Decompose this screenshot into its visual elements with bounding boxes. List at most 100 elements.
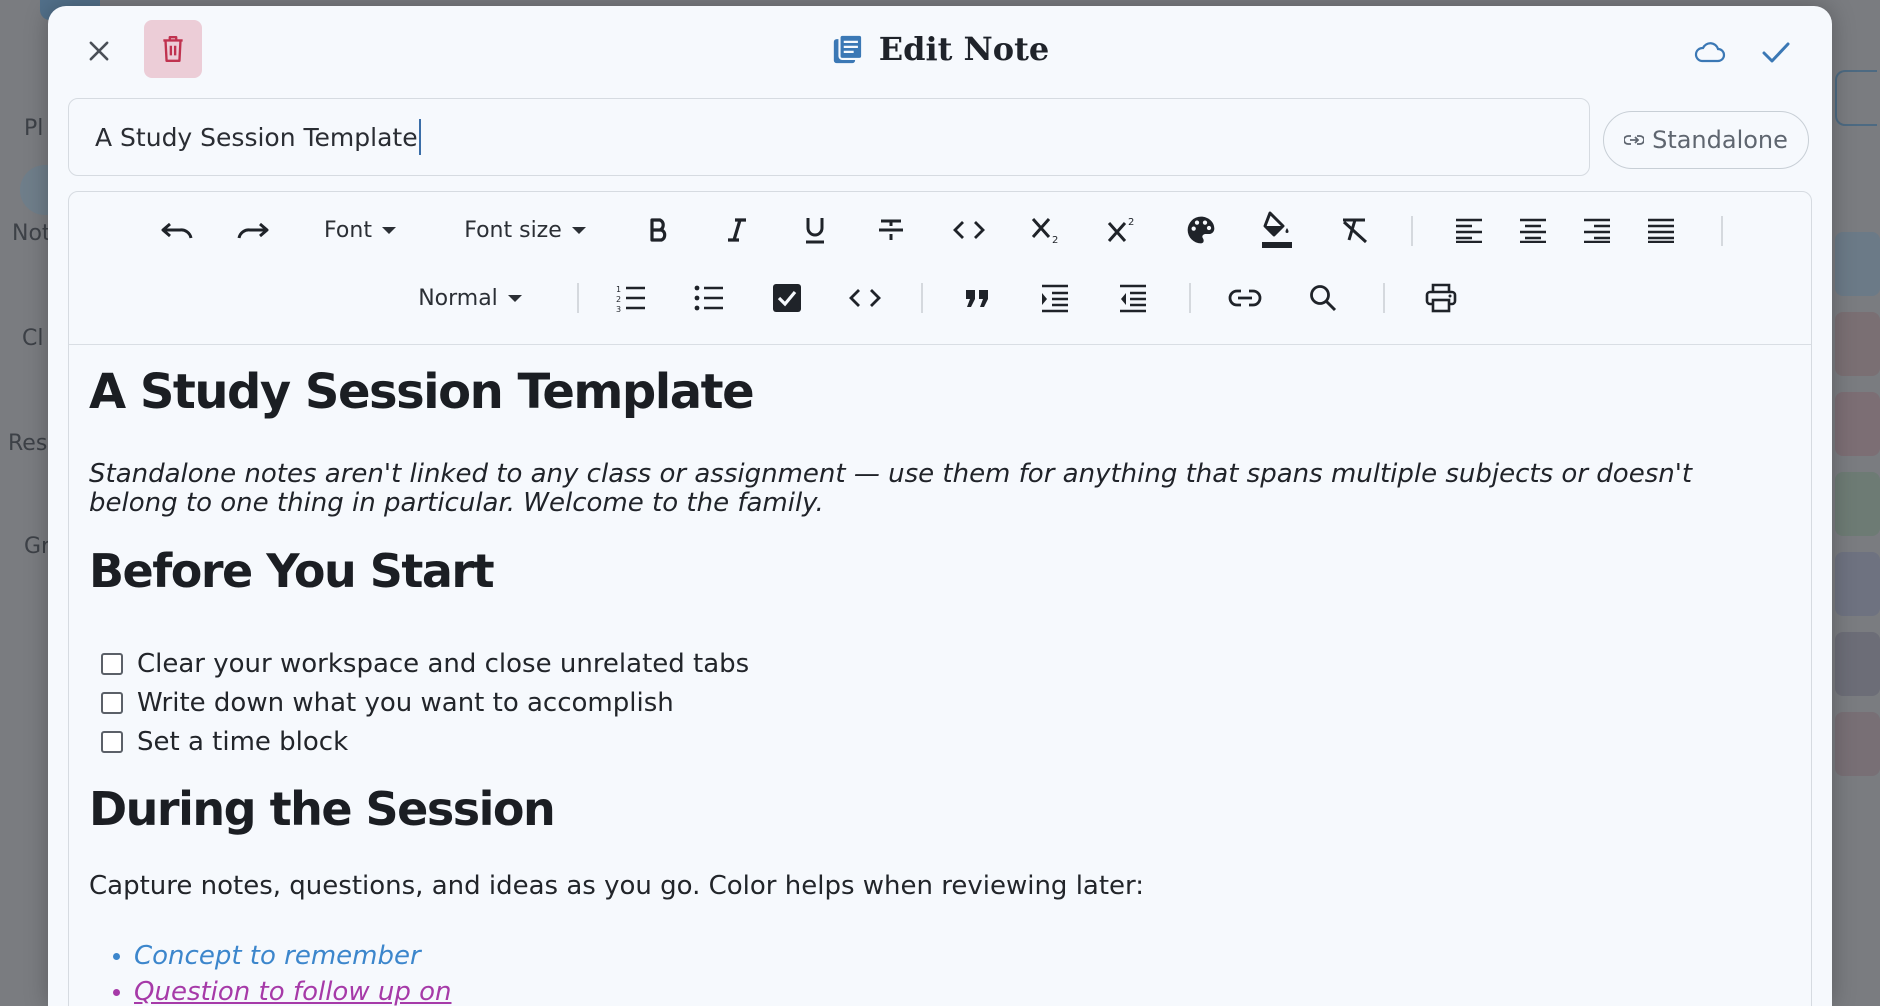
checkbox[interactable] [101, 730, 123, 753]
dialog-title: Edit Note [878, 30, 1050, 68]
undo-icon [161, 222, 193, 239]
block-type-dropdown[interactable]: Normal [411, 276, 529, 320]
indent-button[interactable] [1033, 276, 1077, 320]
background-card [1835, 552, 1880, 616]
align-left-button[interactable] [1447, 208, 1491, 252]
checklist-icon [773, 284, 801, 312]
bold-button[interactable] [637, 208, 681, 252]
note-association-button[interactable]: Standalone [1603, 111, 1809, 169]
toolbar-divider [577, 283, 579, 313]
text-color-button[interactable] [1179, 208, 1223, 252]
toolbar-divider [1411, 216, 1413, 246]
background-card [1835, 712, 1880, 776]
font-family-label: Font [324, 217, 372, 243]
background-app-button [1835, 70, 1877, 126]
background-sidebar-label: Not [12, 221, 51, 246]
link-icon [1228, 289, 1262, 307]
bullet-dot [113, 988, 120, 996]
superscript-button[interactable]: 2 [1101, 208, 1145, 252]
checklist-item[interactable]: Clear your workspace and close unrelated… [101, 644, 749, 683]
checklist-item[interactable]: Set a time block [101, 722, 749, 761]
font-size-dropdown[interactable]: Font size [461, 208, 589, 252]
editor-toolbar: Font Font size 2 2 Normal 1 2 3 [69, 192, 1811, 345]
ordered-list-button[interactable]: 123 [609, 276, 653, 320]
bullet-dot [113, 952, 120, 960]
italic-button[interactable] [715, 208, 759, 252]
section-heading: Before You Start [89, 544, 495, 598]
highlight-color-button[interactable] [1255, 204, 1299, 256]
cloud-icon [1694, 42, 1726, 63]
toolbar-divider [1383, 283, 1385, 313]
bold-icon [650, 218, 667, 242]
background-sidebar-label: Gr [24, 534, 51, 559]
svg-text:2: 2 [1128, 217, 1134, 228]
clear-format-icon [1342, 218, 1368, 244]
note-title-input[interactable]: A Study Session Template [68, 98, 1590, 176]
bullet-list-button[interactable] [687, 276, 731, 320]
underline-button[interactable] [793, 208, 837, 252]
checklist-button[interactable] [765, 276, 809, 320]
find-button[interactable] [1301, 276, 1345, 320]
redo-button[interactable] [231, 208, 275, 252]
bullet-list-icon [694, 285, 723, 311]
inline-code-button[interactable] [947, 208, 991, 252]
intro-line: belong to one thing in particular. Welco… [89, 488, 824, 518]
redo-icon [237, 222, 269, 239]
undo-button[interactable] [155, 208, 199, 252]
align-left-icon [1456, 218, 1482, 243]
save-button[interactable] [1754, 30, 1798, 74]
subscript-button[interactable]: 2 [1025, 208, 1069, 252]
chevron-down-icon [381, 226, 396, 234]
check-icon [1762, 42, 1790, 63]
chevron-down-icon [507, 294, 522, 302]
colored-bullet-list: Concept to remember Question to follow u… [113, 938, 452, 1006]
sync-status-button[interactable] [1688, 30, 1732, 74]
align-right-button[interactable] [1575, 208, 1619, 252]
note-association-label: Standalone [1652, 126, 1788, 154]
align-center-icon [1520, 218, 1546, 243]
list-item: Concept to remember [113, 938, 452, 974]
code-block-icon [849, 289, 881, 307]
code-block-button[interactable] [843, 276, 887, 320]
svg-text:2: 2 [1052, 235, 1058, 245]
blockquote-icon [966, 290, 988, 307]
checkbox[interactable] [101, 652, 123, 675]
font-family-dropdown[interactable]: Font [319, 208, 401, 252]
align-center-button[interactable] [1511, 208, 1555, 252]
list-item-text: Question to follow up on [134, 977, 452, 1006]
block-type-label: Normal [418, 285, 498, 311]
align-justify-button[interactable] [1639, 208, 1683, 252]
insert-link-button[interactable] [1223, 276, 1267, 320]
toolbar-divider [921, 283, 923, 313]
intro-line: Standalone notes aren't linked to any cl… [89, 459, 1693, 489]
palette-icon [1187, 216, 1215, 244]
blockquote-button[interactable] [955, 276, 999, 320]
text-caret [418, 119, 421, 155]
font-size-label: Font size [464, 217, 562, 243]
strikethrough-button[interactable] [869, 208, 913, 252]
superscript-icon: 2 [1107, 217, 1134, 242]
ordered-list-icon: 123 [616, 285, 645, 312]
intro-paragraph: Standalone notes aren't linked to any cl… [89, 460, 1789, 518]
checklist-item-text: Set a time block [137, 726, 349, 757]
outdent-button[interactable] [1111, 276, 1155, 320]
svg-text:3: 3 [616, 305, 621, 312]
background-card [1835, 232, 1880, 296]
background-sidebar-label: Pl [24, 116, 44, 141]
note-title-value: A Study Session Template [95, 122, 418, 152]
print-icon [1425, 283, 1457, 313]
checkbox[interactable] [101, 691, 123, 714]
checklist-item[interactable]: Write down what you want to accomplish [101, 683, 749, 722]
align-justify-icon [1648, 218, 1674, 243]
clear-format-button[interactable] [1333, 208, 1377, 252]
task-checklist: Clear your workspace and close unrelated… [101, 644, 749, 761]
strikethrough-icon [879, 219, 903, 240]
print-button[interactable] [1419, 276, 1463, 320]
background-card [1835, 392, 1880, 456]
chevron-down-icon [571, 226, 586, 234]
toolbar-divider [1721, 216, 1723, 246]
notebook-icon [833, 33, 863, 64]
section-heading: During the Session [89, 782, 556, 836]
checklist-item-text: Write down what you want to accomplish [137, 687, 674, 718]
italic-icon [728, 218, 746, 242]
